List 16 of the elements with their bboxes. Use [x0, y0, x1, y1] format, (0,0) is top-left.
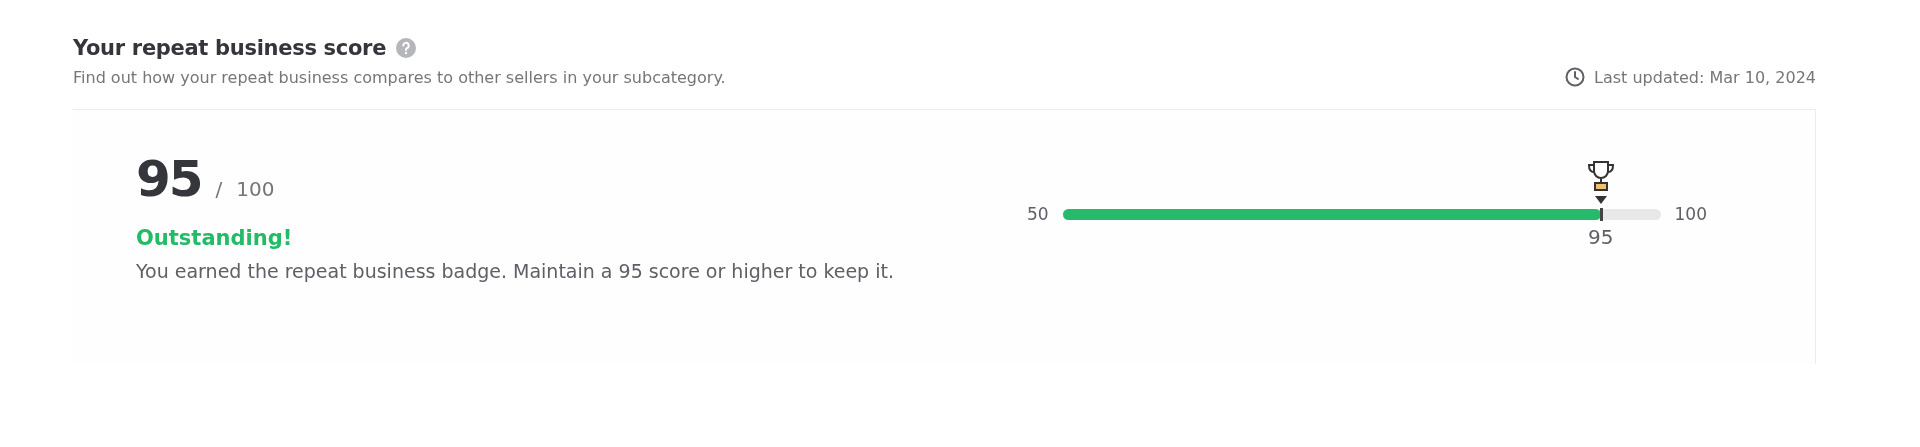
trophy-icon [1585, 159, 1616, 192]
pointer-icon [1594, 195, 1607, 204]
help-icon[interactable] [396, 38, 417, 58]
meter-marker [1599, 207, 1603, 221]
marker-label: 95 [1588, 224, 1614, 249]
clock-icon [1565, 67, 1586, 87]
meter-min-label: 50 [1026, 204, 1049, 224]
badge-message: You earned the repeat business badge. Maintain a 95 score or higher to keep it. [136, 260, 894, 282]
rating-text: Outstanding! [136, 226, 294, 250]
section-title: Your repeat business score [73, 36, 387, 60]
score-separator: / [215, 177, 223, 201]
score-value: 95 [136, 150, 202, 208]
section-subtitle: Find out how your repeat business compares to other sellers in your subcategory. [73, 68, 726, 87]
score-max: 100 [236, 177, 275, 201]
last-updated-text: Last updated: Mar 10, 2024 [1594, 67, 1816, 87]
meter-max-label: 100 [1674, 204, 1707, 224]
